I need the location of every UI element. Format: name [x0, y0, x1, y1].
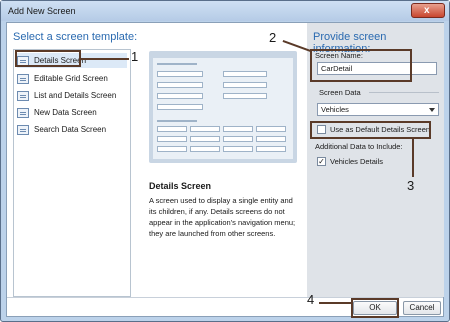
preview-grid-cell — [157, 126, 187, 132]
template-label: Editable Grid Screen — [34, 74, 108, 83]
preview-canvas — [153, 58, 293, 159]
cancel-button[interactable]: Cancel — [403, 301, 441, 315]
screen-data-select[interactable]: Vehicles — [317, 103, 439, 116]
preview-grid-cell — [157, 146, 187, 152]
preview-field — [157, 82, 203, 88]
preview-grid-cell — [223, 126, 253, 132]
new-data-screen-icon — [17, 107, 29, 118]
description-title: Details Screen — [149, 181, 212, 191]
preview-field — [223, 82, 267, 88]
template-search-data-screen[interactable]: Search Data Screen — [17, 122, 127, 137]
template-heading: Select a screen template: — [13, 31, 138, 43]
description-text: A screen used to display a single entity… — [149, 196, 296, 238]
additional-data-label: Additional Data to Include: — [315, 142, 403, 151]
close-button[interactable]: x — [411, 3, 445, 18]
preview-grid-cell — [256, 136, 286, 142]
template-label: Search Data Screen — [34, 125, 107, 134]
preview-subheader — [157, 120, 197, 122]
preview-grid-cell — [190, 126, 220, 132]
preview-grid-cell — [256, 126, 286, 132]
preview-grid-cell — [256, 146, 286, 152]
callout-4-number: 4 — [307, 292, 315, 307]
preview-grid-cell — [190, 136, 220, 142]
callout-4-highlight — [351, 298, 399, 318]
vehicle-details-checkbox[interactable]: ✓ — [317, 157, 326, 166]
callout-1-number: 1 — [131, 49, 139, 64]
callout-2-highlight — [310, 49, 412, 82]
template-label: New Data Screen — [34, 108, 97, 117]
preview-field — [157, 93, 203, 99]
close-icon: x — [424, 5, 430, 16]
chevron-down-icon — [429, 108, 435, 112]
template-editable-grid-screen[interactable]: Editable Grid Screen — [17, 71, 127, 86]
callout-3-number: 3 — [407, 178, 415, 193]
add-new-screen-dialog: Add New Screen x Select a screen templat… — [0, 0, 450, 322]
title-bar[interactable]: Add New Screen x — [1, 1, 449, 21]
screen-data-divider — [369, 92, 439, 93]
template-list-details-screen[interactable]: List and Details Screen — [17, 88, 127, 103]
callout-3-highlight — [310, 121, 431, 139]
callout-1-highlight — [15, 50, 81, 67]
preview-grid-cell — [223, 146, 253, 152]
list-details-screen-icon — [17, 90, 29, 101]
vehicle-details-option[interactable]: ✓ Vehicles Details — [317, 157, 383, 166]
preview-grid-cell — [157, 136, 187, 142]
preview-field — [223, 71, 267, 77]
preview-field — [157, 71, 203, 77]
window-title: Add New Screen — [8, 6, 76, 16]
preview-header — [157, 63, 197, 65]
preview-grid-cell — [190, 146, 220, 152]
template-new-data-screen[interactable]: New Data Screen — [17, 105, 127, 120]
template-label: List and Details Screen — [34, 91, 117, 100]
screen-data-value: Vehicles — [321, 105, 349, 114]
callout-4-leader — [319, 302, 351, 304]
vehicle-details-label: Vehicles Details — [330, 157, 383, 166]
dialog-body: Select a screen template: Details Screen… — [6, 22, 444, 318]
callout-3-leader — [412, 139, 414, 177]
callout-1-leader — [81, 58, 129, 60]
template-preview — [149, 51, 297, 163]
preview-field — [223, 93, 267, 99]
callout-2-number: 2 — [269, 30, 277, 45]
search-data-screen-icon — [17, 124, 29, 135]
template-list: Details Screen Editable Grid Screen List… — [13, 49, 131, 297]
preview-grid-cell — [223, 136, 253, 142]
grid-screen-icon — [17, 73, 29, 84]
preview-field — [157, 104, 203, 110]
